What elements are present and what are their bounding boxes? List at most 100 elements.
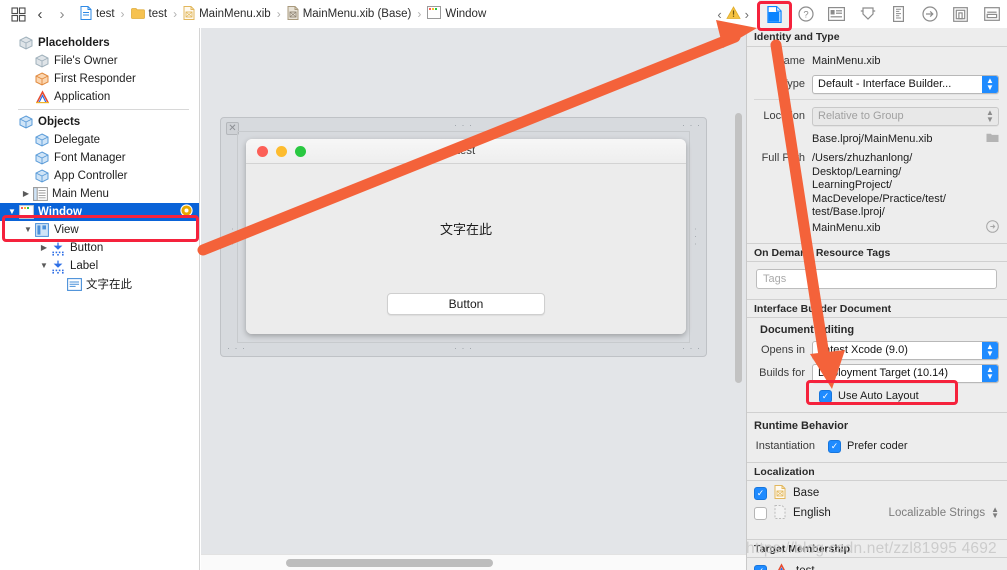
breadcrumb-item-window[interactable]: Window [425, 6, 488, 22]
chevron-updown-icon[interactable]: ▲ ▼ [982, 75, 998, 93]
chevron-down-icon[interactable]: ▼ [38, 262, 50, 270]
canvas-horizontal-scrollbar[interactable] [201, 554, 746, 570]
file-inspector-button[interactable] [759, 0, 790, 28]
canvas-vertical-scroll-thumb[interactable] [735, 113, 742, 383]
file-inspector-panel[interactable]: Identity and Type Name MainMenu.xib Type… [746, 28, 1007, 570]
breadcrumb-label: test [148, 8, 168, 20]
chevron-right-icon[interactable]: ▶ [38, 244, 50, 252]
outline-row-button[interactable]: ▶ Button [0, 239, 199, 257]
opens-in-label: Opens in [760, 344, 805, 356]
type-select[interactable]: Default - Interface Builder... ▲ ▼ [812, 74, 999, 94]
localization-header: Localization [747, 462, 1007, 481]
outline-row-app-controller[interactable]: App Controller [0, 167, 199, 185]
resize-handle-left[interactable]: · · · [228, 228, 238, 247]
next-issue-button[interactable]: › [745, 7, 749, 22]
breadcrumb-label: test [96, 8, 115, 20]
relative-path-value: Base.lproj/MainMenu.xib [812, 133, 933, 145]
outline-row-files-owner[interactable]: File's Owner [0, 52, 199, 70]
outline-row-objects[interactable]: Objects [0, 113, 199, 131]
name-value: MainMenu.xib [812, 55, 881, 67]
breadcrumb-item-project[interactable]: test [78, 5, 117, 23]
target-membership-row-test[interactable]: ✓ test [749, 561, 999, 570]
cube-gray-icon [18, 36, 34, 51]
localization-row-english[interactable]: English Localizable Strings ▲ ▼ [749, 503, 999, 523]
chevron-down-icon[interactable]: ▼ [22, 226, 34, 234]
outline-row-font-manager[interactable]: Font Manager [0, 149, 199, 167]
interface-builder-canvas[interactable]: ✕ · · · · · · · · · · · · · · · · · · · … [201, 28, 746, 570]
jump-bar-right: ‹ › ? [717, 0, 1007, 28]
canvas-inner-frame: test 文字在此 Button [237, 131, 690, 343]
chevron-down-icon[interactable]: ▼ [6, 208, 18, 216]
target-test-checkbox[interactable]: ✓ [754, 564, 767, 570]
warning-triangle-icon[interactable] [725, 5, 741, 23]
resize-handle-bottom-left[interactable]: · · · [227, 344, 246, 353]
size-inspector-button[interactable] [883, 0, 914, 28]
preview-label[interactable]: 文字在此 [246, 219, 686, 238]
canvas-document-frame[interactable]: ✕ · · · · · · · · · · · · · · · · · · · … [220, 117, 707, 357]
outline-row-application[interactable]: Application [0, 88, 199, 106]
breadcrumb-item-xib-base[interactable]: MainMenu.xib (Base) [285, 5, 414, 23]
empty-file-icon [774, 504, 786, 522]
grid-view-icon[interactable] [8, 6, 28, 22]
location-select[interactable]: Relative to Group ▲ ▼ [812, 106, 999, 126]
outline-row-label[interactable]: ▼ Label [0, 257, 199, 275]
arrow-right-circle-icon[interactable] [986, 219, 999, 238]
runtime-behavior-body: Runtime Behavior Instantiation ✓ Prefer … [747, 412, 1007, 462]
chevron-right-icon[interactable]: ▶ [20, 190, 32, 198]
preview-window-title: test [456, 145, 476, 157]
builds-for-select[interactable]: Deployment Target (10.14) ▲ ▼ [812, 363, 999, 383]
resize-handle-right[interactable]: · · · [691, 228, 701, 247]
english-localization-checkbox[interactable] [754, 506, 767, 520]
localization-row-type[interactable]: Localizable Strings ▲ ▼ [889, 506, 999, 520]
base-localization-checkbox[interactable]: ✓ [754, 486, 767, 500]
document-outline[interactable]: Placeholders File's Owner First Responde… [0, 28, 200, 570]
outline-row-label: Button [70, 242, 104, 254]
breadcrumb-item-xib[interactable]: MainMenu.xib [181, 5, 273, 23]
use-auto-layout-checkbox[interactable]: ✓ [819, 389, 832, 403]
bindings-inspector-button[interactable] [945, 0, 976, 28]
identity-inspector-button[interactable] [821, 0, 852, 28]
outline-row-window[interactable]: ▼ Window [0, 203, 199, 221]
opens-in-select[interactable]: Latest Xcode (9.0) ▲ ▼ [812, 340, 999, 360]
instantiation-row[interactable]: Instantiation ✓ Prefer coder [754, 436, 999, 456]
quick-help-inspector-button[interactable]: ? [790, 0, 821, 28]
resize-handle-top[interactable]: · · · [454, 121, 473, 130]
folder-small-icon[interactable] [986, 132, 999, 146]
outline-row-delegate[interactable]: Delegate [0, 131, 199, 149]
canvas-horizontal-scroll-thumb[interactable] [286, 559, 493, 567]
resize-handle-bottom-right[interactable]: · · · [682, 344, 701, 353]
preview-window[interactable]: test 文字在此 Button [246, 139, 686, 334]
identity-and-type-header: Identity and Type [747, 28, 1007, 47]
interface-builder-document-header: Interface Builder Document [747, 299, 1007, 318]
chevron-updown-icon[interactable]: ▲ ▼ [982, 108, 998, 125]
chevron-updown-icon[interactable]: ▲ ▼ [982, 341, 998, 359]
previous-issue-button[interactable]: ‹ [717, 7, 721, 22]
xib-file-icon [774, 484, 786, 502]
resize-handle-top-right[interactable]: · · · [682, 121, 701, 130]
canvas-vertical-scrollbar[interactable] [735, 113, 743, 383]
outline-row-first-responder[interactable]: First Responder [0, 70, 199, 88]
window-target-badge[interactable] [180, 204, 193, 220]
resize-handle-bottom[interactable]: · · · [454, 344, 473, 353]
forward-button[interactable]: › [52, 4, 72, 24]
outline-row-main-menu[interactable]: ▶ Main Menu [0, 185, 199, 203]
effects-inspector-button[interactable] [976, 0, 1007, 28]
back-button[interactable]: ‹ [30, 4, 50, 24]
breadcrumb-item-folder[interactable]: test [129, 7, 170, 22]
connections-inspector-button[interactable] [914, 0, 945, 28]
cube-blue-icon [34, 169, 50, 184]
preview-content-view[interactable]: 文字在此 Button [246, 164, 686, 334]
chevron-updown-icon[interactable]: ▲ ▼ [991, 506, 999, 520]
text-field-icon [66, 277, 82, 292]
tags-input[interactable]: Tags [756, 269, 997, 289]
outline-row-view[interactable]: ▼ View [0, 221, 199, 239]
localization-row-base[interactable]: ✓ Base [749, 483, 999, 503]
outline-row-text-label[interactable]: 文字在此 [0, 275, 199, 293]
attributes-inspector-button[interactable] [852, 0, 883, 28]
preview-button[interactable]: Button [387, 293, 545, 315]
chevron-updown-icon[interactable]: ▲ ▼ [982, 364, 998, 382]
outline-row-placeholders[interactable]: Placeholders [0, 34, 199, 52]
use-auto-layout-row[interactable]: ✓ Use Auto Layout [754, 386, 999, 406]
prefer-coder-checkbox[interactable]: ✓ [828, 439, 841, 453]
xcode-app-icon [34, 90, 50, 105]
